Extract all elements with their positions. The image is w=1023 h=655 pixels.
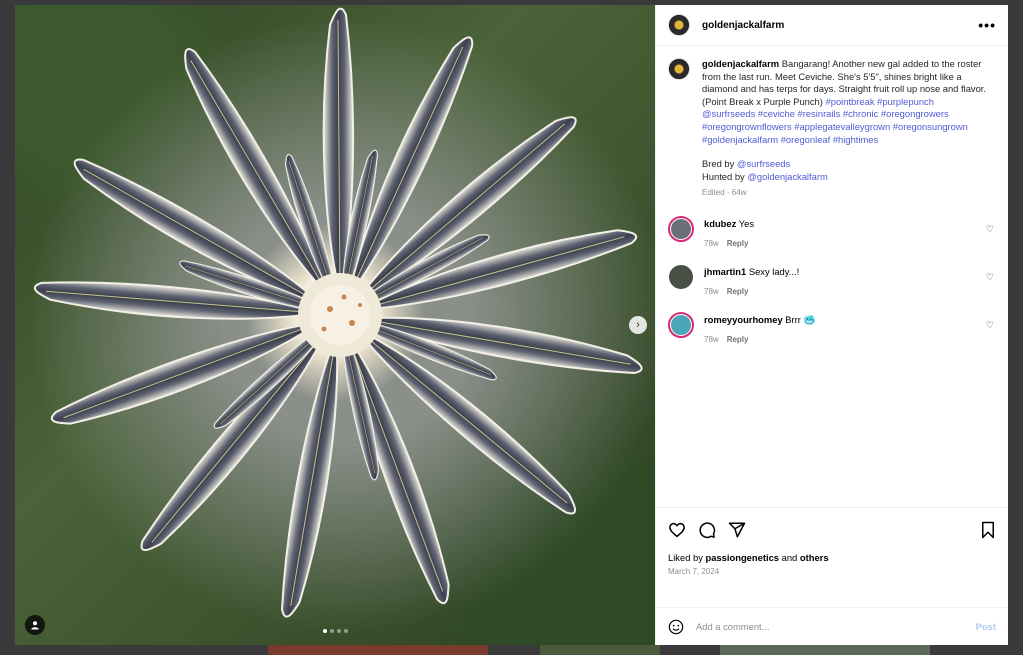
- carousel-dot: [336, 629, 341, 633]
- hunted-by-label: Hunted by: [702, 170, 745, 182]
- liked-by-others[interactable]: others: [800, 552, 829, 563]
- liked-by-user[interactable]: passiongenetics: [706, 552, 779, 563]
- bred-by-link[interactable]: @surfrseeds: [737, 158, 790, 169]
- carousel-dot: [322, 629, 327, 633]
- bookmark-icon[interactable]: [980, 521, 996, 539]
- comment-icon[interactable]: [698, 521, 716, 539]
- hashtag-link[interactable]: #chronic: [843, 108, 878, 119]
- chevron-right-icon: ›: [636, 319, 640, 331]
- bred-by-label: Bred by: [702, 158, 735, 170]
- hashtag-link[interactable]: #ceviche: [758, 108, 795, 119]
- author-avatar[interactable]: [668, 14, 690, 36]
- reply-button[interactable]: Reply: [727, 335, 749, 344]
- post-caption: goldenjackalfarm Bangarang! Another new …: [668, 58, 996, 200]
- comment-time[interactable]: 78w: [704, 335, 719, 344]
- comment-like-icon[interactable]: ♡: [986, 272, 994, 283]
- hashtag-link[interactable]: #oregonleaf: [781, 134, 831, 145]
- comment-like-icon[interactable]: ♡: [986, 224, 994, 235]
- post-date[interactable]: March 7, 2024: [668, 567, 996, 576]
- hashtag-link[interactable]: #purplepunch: [877, 96, 934, 107]
- comments-scroll-area[interactable]: goldenjackalfarm Bangarang! Another new …: [656, 46, 1008, 507]
- hashtag-link[interactable]: #oregongrowers: [881, 108, 949, 119]
- carousel-dot: [329, 629, 334, 633]
- post-actions: Liked by passiongenetics and others Marc…: [656, 507, 1008, 607]
- hashtag-link[interactable]: @surfrseeds: [702, 108, 755, 119]
- comments-list: kdubez Yes 78w Reply ♡ jhmartin1 Sexy lady..…: [668, 215, 996, 344]
- post-comment-button[interactable]: Post: [976, 621, 996, 632]
- hashtag-link[interactable]: #hightimes: [833, 134, 878, 145]
- commenter-avatar[interactable]: [668, 264, 694, 290]
- commenter-username[interactable]: romeyyourhomey: [704, 314, 783, 325]
- author-username[interactable]: goldenjackalfarm: [702, 20, 784, 31]
- reply-button[interactable]: Reply: [727, 287, 749, 296]
- comment-time[interactable]: 78w: [704, 239, 719, 248]
- commenter-username[interactable]: kdubez: [704, 218, 736, 229]
- commenter-avatar[interactable]: [668, 311, 694, 338]
- post-header: goldenjackalfarm •••: [656, 5, 1008, 46]
- liked-by-prefix: Liked by: [668, 552, 703, 563]
- comment-item: romeyyourhomey Brrr 🥶 78w Reply ♡: [668, 311, 996, 344]
- comment-text: Brrr 🥶: [785, 313, 816, 325]
- comment-like-icon[interactable]: ♡: [986, 320, 994, 331]
- caption-meta: Edited · 64w: [702, 188, 747, 198]
- hashtag-link[interactable]: #pointbreak: [826, 96, 875, 107]
- comment-item: kdubez Yes 78w Reply ♡: [668, 215, 996, 248]
- post-image[interactable]: ›: [15, 5, 655, 645]
- comment-text: Yes: [738, 217, 755, 229]
- caption-body: goldenjackalfarm Bangarang! Another new …: [702, 58, 988, 200]
- post-sidebar: goldenjackalfarm ••• goldenjackalfarm Ba…: [655, 5, 1008, 645]
- add-comment-bar: Post: [656, 607, 1008, 645]
- more-horizontal-icon[interactable]: •••: [978, 18, 996, 32]
- background-post-peek: [540, 645, 660, 655]
- comment-item: jhmartin1 Sexy lady...! 78w Reply ♡: [668, 264, 996, 296]
- hashtag-link[interactable]: #goldenjackalfarm: [702, 134, 778, 145]
- cannabis-plant-illustration: [32, 7, 646, 621]
- comment-text: Sexy lady...!: [748, 265, 800, 277]
- hunted-by-line: Hunted by @goldenjackalfarm: [702, 171, 988, 184]
- likes-summary: Liked by passiongenetics and others: [668, 552, 996, 563]
- hashtag-link[interactable]: #oregongrownflowers: [702, 121, 792, 132]
- liked-by-and: and: [781, 552, 798, 563]
- next-image-button[interactable]: ›: [629, 316, 647, 334]
- caption-username[interactable]: goldenjackalfarm: [702, 58, 779, 69]
- like-icon[interactable]: [668, 521, 686, 539]
- comment-input[interactable]: [696, 621, 964, 632]
- hashtag-link[interactable]: #applegatevalleygrown: [794, 121, 890, 132]
- bred-by-line: Bred by @surfrseeds: [702, 158, 988, 171]
- carousel-dot: [343, 629, 348, 633]
- comment-time[interactable]: 78w: [704, 287, 719, 296]
- background-post-peek: [720, 645, 930, 655]
- post-modal: › goldenjackalfarm ••• goldenjackalfarm …: [15, 5, 1008, 645]
- emoji-icon[interactable]: [668, 619, 684, 635]
- share-icon[interactable]: [728, 521, 746, 539]
- carousel-indicator: [15, 629, 655, 633]
- commenter-username[interactable]: jhmartin1: [704, 266, 746, 277]
- caption-author-avatar[interactable]: [668, 58, 690, 80]
- hashtag-link[interactable]: #oregonsungrown: [893, 121, 968, 132]
- background-post-peek: [268, 645, 488, 655]
- commenter-avatar[interactable]: [668, 215, 694, 242]
- reply-button[interactable]: Reply: [727, 239, 749, 248]
- hashtag-link[interactable]: #resinrails: [798, 108, 841, 119]
- hunted-by-link[interactable]: @goldenjackalfarm: [747, 171, 827, 182]
